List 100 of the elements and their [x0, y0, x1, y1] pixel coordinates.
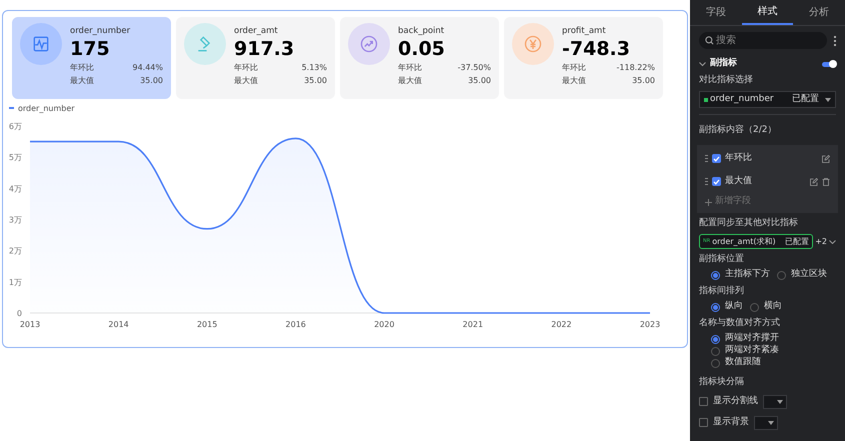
trend-icon [359, 34, 379, 54]
field-label: 配置同步至其他对比指标 [699, 217, 799, 230]
radio-button[interactable] [711, 302, 720, 312]
metric-card[interactable]: back_point 0.05 年环比 -37.50% 最大值 35.00 [340, 17, 499, 99]
metric-card[interactable]: profit_amt -748.3 年环比 -118.22% 最大值 35.00 [504, 17, 663, 99]
radio-button[interactable] [777, 270, 786, 280]
section-title: 副指标 [710, 57, 738, 70]
metric-label: 年环比 [234, 62, 258, 74]
metric-value: 917.3 [234, 37, 296, 61]
metric-figure: 94.44% [132, 62, 163, 74]
metric-name: profit_amt [562, 25, 607, 37]
x-tick-label: 2015 [196, 320, 218, 329]
option-label: 显示分割线 [713, 394, 758, 408]
metric-value: 175 [70, 37, 111, 61]
field-label: 名称与数值对齐方式 [699, 317, 781, 330]
edit-icon[interactable] [810, 178, 818, 186]
item-label: 年环比 [725, 152, 753, 165]
select-status: 已配置 [792, 92, 819, 106]
metric-figure: 35.00 [632, 75, 655, 87]
x-tick-label: 2022 [551, 320, 572, 329]
metric-name: order_number [70, 25, 132, 37]
option-label: 数值跟随 [725, 356, 761, 370]
chart-legend[interactable]: order_number [9, 104, 75, 113]
field-label: 指标间排列 [699, 285, 745, 298]
series-swatch [704, 98, 708, 102]
radio-button[interactable] [711, 346, 720, 356]
search-icon [705, 36, 714, 45]
metric-name: order_amt [234, 25, 279, 37]
metric-card[interactable]: order_amt 917.3 年环比 5.13% 最大值 35.00 [176, 17, 335, 99]
chevron-icon[interactable] [699, 62, 706, 66]
toggle-switch[interactable] [822, 62, 836, 66]
y-tick-label: 5万 [8, 153, 22, 162]
metric-figure: 35.00 [140, 75, 163, 87]
pulse-icon [31, 34, 51, 54]
caret-icon [768, 420, 774, 424]
y-tick-label: 6万 [8, 122, 22, 131]
metric-label: 最大值 [70, 75, 94, 87]
x-tick-label: 2021 [462, 320, 484, 329]
delete-icon[interactable] [822, 178, 830, 186]
x-tick-label: 2014 [108, 320, 129, 329]
color-picker[interactable] [754, 416, 778, 430]
field-label: 指标块分隔 [699, 376, 745, 389]
checkbox[interactable] [699, 397, 708, 406]
y-tick-label: 3万 [8, 216, 22, 224]
metric-figure: 5.13% [302, 62, 327, 74]
option-label: 两端对齐撑开 [725, 332, 779, 344]
metric-label: 最大值 [398, 75, 422, 87]
y-tick-label: 0 [16, 309, 22, 318]
option-label: 主指标下方 [725, 268, 770, 282]
yen-icon [523, 34, 543, 54]
metric-figure: 35.00 [304, 75, 327, 87]
y-tick-label: 2万 [8, 246, 22, 256]
item-label: 最大值 [725, 174, 753, 188]
metric-label: 年环比 [398, 62, 422, 74]
metric-card[interactable]: order_number 175 年环比 94.44% 最大值 35.00 [12, 17, 171, 99]
color-picker[interactable] [763, 394, 787, 408]
metric-label: 年环比 [562, 62, 586, 74]
checkbox[interactable] [699, 418, 708, 427]
more-count: +2 [815, 236, 827, 248]
x-tick-label: 2023 [640, 320, 660, 329]
metric-label: 年环比 [70, 62, 94, 74]
y-tick-label: 1万 [8, 278, 22, 287]
x-tick-label: 2016 [286, 320, 306, 329]
field-label: 副指标位置 [699, 253, 745, 266]
more-icon[interactable] [833, 36, 836, 46]
chevron-down-icon[interactable] [829, 240, 836, 244]
metric-figure: -37.50% [458, 62, 491, 74]
radio-button[interactable] [711, 334, 720, 344]
edit-icon[interactable] [822, 154, 830, 162]
metric-select[interactable]: order_number 已配置 [699, 91, 836, 108]
drag-handle-icon[interactable] [705, 155, 708, 162]
radio-button[interactable] [711, 358, 720, 368]
metric-label: 最大值 [234, 75, 258, 87]
plus-icon [705, 198, 712, 206]
panel-tab[interactable]: 样式 [742, 0, 794, 25]
search-field[interactable]: 搜索 [699, 32, 827, 49]
option-label: 显示背景 [713, 416, 749, 429]
y-tick-label: 4万 [8, 184, 22, 194]
select-value: order_number [710, 92, 775, 106]
metric-value: 0.05 [398, 37, 446, 61]
checkbox[interactable] [712, 154, 721, 163]
metric-name: back_point [398, 25, 446, 37]
checkbox[interactable] [712, 177, 721, 186]
panel-tab[interactable]: 分析 [793, 0, 845, 25]
metric-figure: -118.22% [616, 62, 655, 74]
x-tick-label: 2013 [20, 320, 40, 329]
select-value: order_amt(求和) [712, 236, 777, 248]
metric-label: 最大值 [562, 75, 586, 87]
select-status: 已配置 [785, 236, 810, 248]
caret-icon [777, 400, 783, 404]
option-label: 独立区块 [791, 268, 827, 282]
x-tick-label: 2020 [374, 320, 394, 329]
caret-icon [825, 98, 831, 102]
radio-button[interactable] [711, 270, 720, 280]
panel-tab[interactable]: 字段 [690, 0, 742, 25]
field-label: 对比指标选择 [699, 74, 754, 87]
option-label: 横向 [764, 300, 782, 314]
option-label: 两端对齐紧凑 [725, 344, 779, 356]
drag-handle-icon[interactable] [705, 178, 708, 185]
radio-button[interactable] [750, 302, 759, 312]
